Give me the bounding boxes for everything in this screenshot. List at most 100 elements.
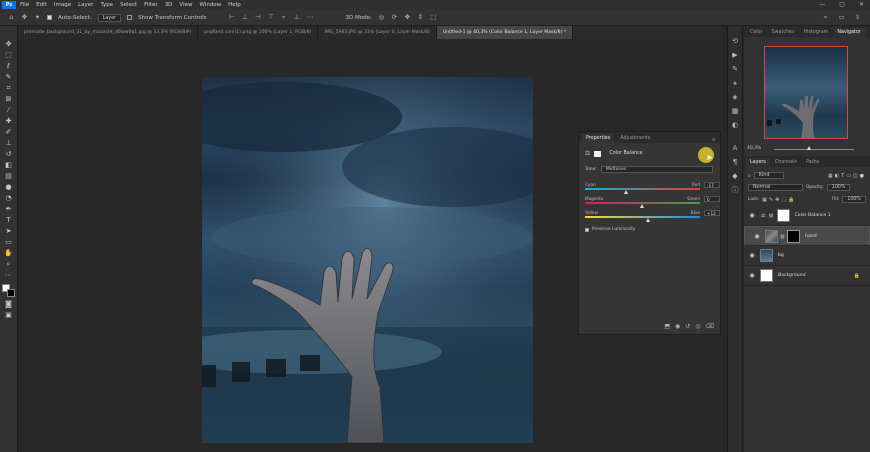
type-tool-icon[interactable]: T: [3, 216, 15, 225]
lock-icon[interactable]: 🔒: [854, 273, 860, 279]
navigator-preview[interactable]: [764, 46, 848, 139]
info-icon[interactable]: ⓘ: [730, 185, 741, 196]
tone-dropdown[interactable]: Midtones: [600, 166, 713, 173]
eye-icon[interactable]: ◉: [747, 272, 757, 279]
doc-tab[interactable]: IMG_5983.JPG @ 33% (Layer 0, Layer Mask/…: [318, 26, 437, 39]
distribute-icon[interactable]: ⋯: [307, 14, 314, 21]
layer-row-selected[interactable]: ◉ ⛓ hand: [744, 226, 870, 246]
share-icon[interactable]: ⇪: [854, 14, 861, 21]
eye-icon[interactable]: ◉: [747, 252, 757, 259]
align-middle-icon[interactable]: ⫟: [281, 14, 288, 21]
navigator-zoom[interactable]: 40,3%: [747, 146, 761, 151]
maximize-button[interactable]: ▢: [839, 1, 845, 8]
color-swatches[interactable]: [1, 284, 16, 298]
filter-kind-dropdown[interactable]: Kind: [753, 172, 784, 179]
document-canvas[interactable]: [202, 77, 533, 443]
zoom-slider[interactable]: [774, 149, 854, 150]
menu-help[interactable]: Help: [228, 2, 241, 8]
menu-image[interactable]: Image: [54, 2, 71, 8]
menu-filter[interactable]: Filter: [144, 2, 158, 8]
tab-properties[interactable]: Properties: [582, 134, 615, 143]
view-previous-icon[interactable]: ◉: [675, 323, 680, 330]
blend-mode-dropdown[interactable]: Normal: [748, 184, 803, 191]
menu-layer[interactable]: Layer: [78, 2, 93, 8]
eye-icon[interactable]: ◉: [752, 233, 762, 240]
roll-icon[interactable]: ⟳: [391, 14, 398, 21]
slider-track[interactable]: [585, 188, 700, 190]
layer-row[interactable]: ◉ bg: [744, 246, 870, 266]
history-icon[interactable]: ⟲: [730, 36, 741, 47]
align-bottom-icon[interactable]: ⊥: [294, 14, 301, 21]
shape-tool-icon[interactable]: ▭: [3, 238, 15, 247]
chevron-down-icon[interactable]: ▾: [34, 14, 41, 21]
background-color[interactable]: [6, 289, 15, 297]
slider-track[interactable]: [585, 216, 700, 218]
layer-row[interactable]: ◉ Background 🔒: [744, 266, 870, 286]
menu-view[interactable]: View: [179, 2, 192, 8]
pan-icon[interactable]: ✥: [404, 14, 411, 21]
minimize-button[interactable]: —: [819, 1, 825, 8]
slider-value-input[interactable]: 0: [704, 196, 720, 202]
actions-icon[interactable]: ▶: [730, 50, 741, 61]
stamp-tool-icon[interactable]: ⊥: [3, 139, 15, 148]
slider-value-input[interactable]: -17: [704, 182, 720, 188]
gradient-tool-icon[interactable]: ▤: [3, 172, 15, 181]
lock-icons[interactable]: ▦✎✥⬚🔒: [762, 197, 796, 203]
filter-icons[interactable]: ▦◐T▭◫●: [828, 173, 866, 179]
eye-icon[interactable]: ◉: [747, 212, 757, 219]
move-tool-icon[interactable]: ✥: [21, 14, 28, 21]
tab-layers[interactable]: Layers: [746, 158, 770, 167]
clone-source-icon[interactable]: ⚹: [730, 78, 741, 89]
frame-tool-icon[interactable]: ⊠: [3, 95, 15, 104]
screen-mode-icon[interactable]: ▣: [3, 311, 15, 320]
menu-window[interactable]: Window: [199, 2, 221, 8]
adjustments-icon[interactable]: ◐: [730, 120, 741, 131]
history-brush-icon[interactable]: ↺: [3, 150, 15, 159]
search-icon[interactable]: ⌕: [822, 14, 829, 21]
slider-value-input[interactable]: +12: [704, 210, 720, 216]
close-button[interactable]: ✕: [859, 1, 864, 8]
doc-tab[interactable]: pngfand.com(1).png @ 100% (Layer 1, RGB/…: [198, 26, 319, 39]
align-right-icon[interactable]: ⊣: [255, 14, 262, 21]
mask-icon[interactable]: [594, 150, 602, 157]
quick-mask-icon[interactable]: ◙: [3, 300, 15, 309]
3d-icon[interactable]: ◈: [730, 92, 741, 103]
brush-settings-icon[interactable]: ✎: [730, 64, 741, 75]
orbit-icon[interactable]: ◎: [378, 14, 385, 21]
slider-knob[interactable]: [645, 218, 650, 222]
blur-tool-icon[interactable]: ●: [3, 183, 15, 192]
layer-mask-thumbnail[interactable]: [776, 209, 790, 222]
doc-tab-active[interactable]: Untitled-1 @ 40,3% (Color Balance 1, Lay…: [436, 26, 574, 39]
doc-tab[interactable]: premade_background_31_by_maiarcht_d6ww0q…: [18, 26, 199, 39]
align-left-icon[interactable]: ⊢: [229, 14, 236, 21]
marquee-tool-icon[interactable]: ⬚: [3, 51, 15, 60]
reset-icon[interactable]: ↺: [685, 323, 690, 330]
layer-thumbnail[interactable]: [760, 269, 773, 282]
home-icon[interactable]: ⌂: [8, 14, 15, 21]
more-tools-icon[interactable]: ⋯: [3, 271, 15, 280]
eyedropper-icon[interactable]: ⁄: [3, 106, 15, 115]
healing-brush-icon[interactable]: ✚: [3, 117, 15, 126]
layer-thumbnail[interactable]: [765, 229, 778, 243]
menu-select[interactable]: Select: [120, 2, 137, 8]
tab-swatches[interactable]: Swatches: [768, 28, 799, 37]
align-top-icon[interactable]: ⊤: [268, 14, 275, 21]
visibility-icon[interactable]: ◎: [695, 323, 700, 330]
zoom-tool-icon[interactable]: ⌕: [3, 260, 15, 269]
libraries-icon[interactable]: ▦: [730, 106, 741, 117]
paragraph-icon[interactable]: ¶: [730, 157, 741, 168]
auto-select-checkbox[interactable]: [47, 15, 52, 20]
slide-icon[interactable]: ⇕: [417, 14, 424, 21]
move-tool-icon[interactable]: ✥: [3, 40, 15, 49]
opacity-input[interactable]: 100%: [826, 184, 851, 191]
quick-select-icon[interactable]: ✎: [3, 73, 15, 82]
layer-thumbnail[interactable]: [760, 249, 773, 262]
menu-edit[interactable]: Edit: [36, 2, 47, 8]
auto-select-target-dropdown[interactable]: Layer: [97, 13, 122, 22]
menu-file[interactable]: File: [20, 2, 29, 8]
tab-paths[interactable]: Paths: [802, 158, 823, 167]
tab-adjustments[interactable]: Adjustments: [616, 134, 654, 143]
align-center-icon[interactable]: ⊥: [242, 14, 249, 21]
dodge-tool-icon[interactable]: ◔: [3, 194, 15, 203]
tab-color[interactable]: Color: [746, 28, 767, 37]
